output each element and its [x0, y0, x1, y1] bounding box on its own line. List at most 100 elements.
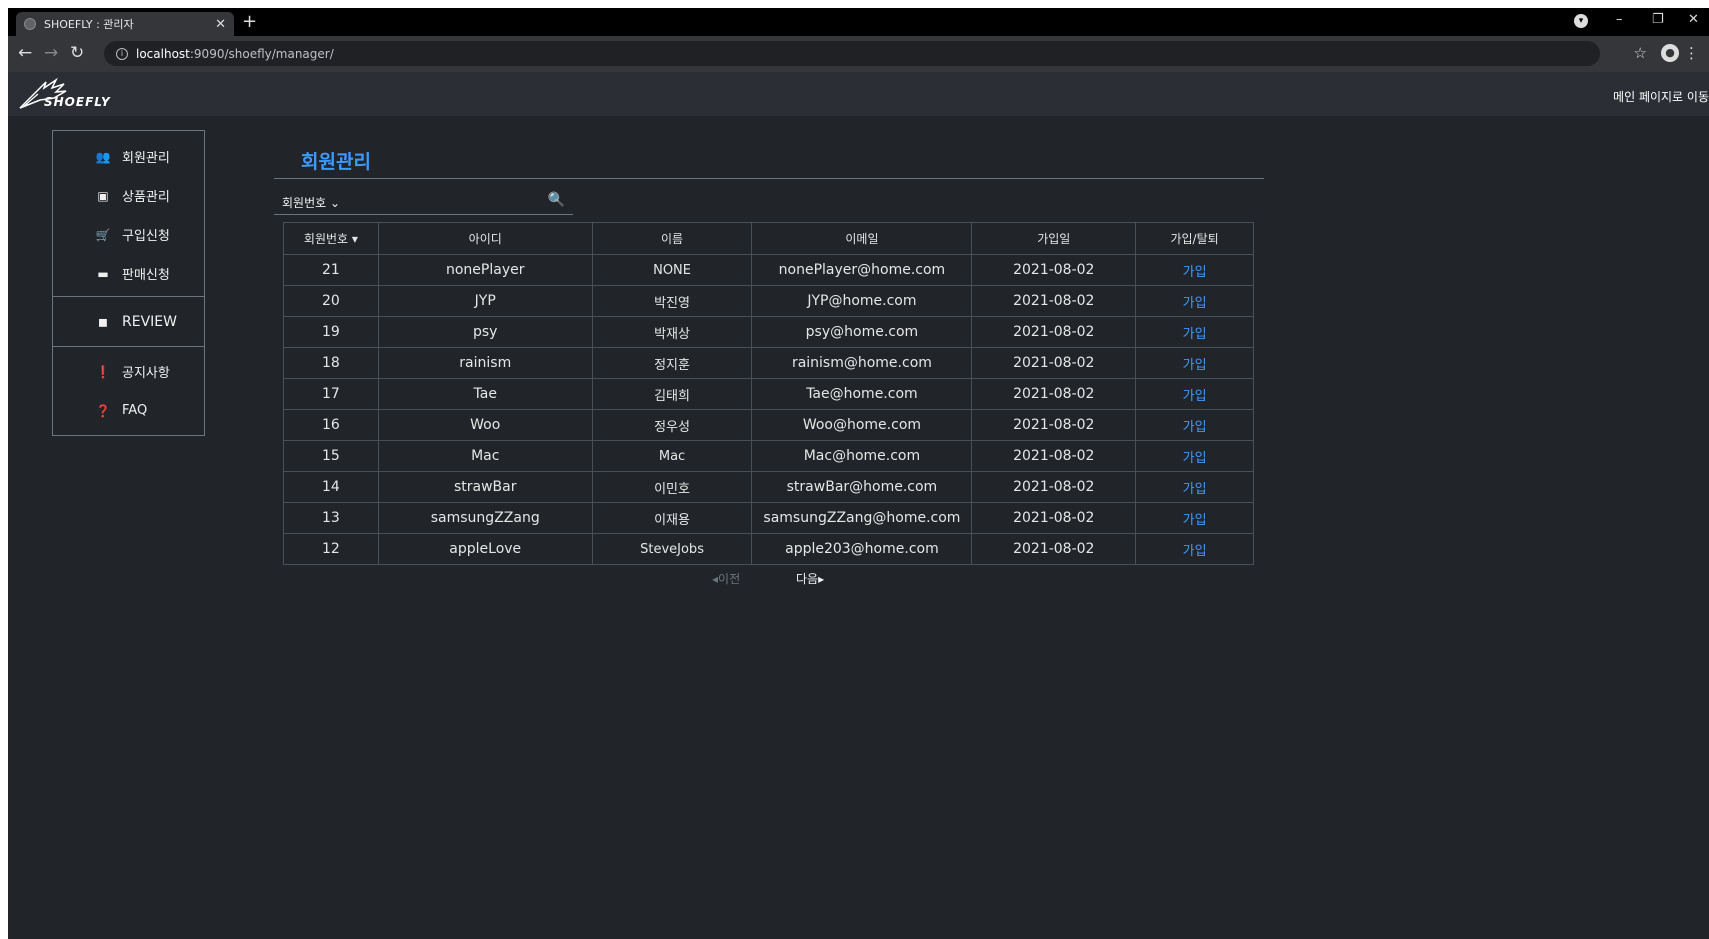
header-member-no[interactable]: 회원번호 ▾	[283, 222, 379, 255]
cell-join-date: 2021-08-02	[971, 440, 1137, 472]
reload-icon[interactable]: ↻	[70, 43, 84, 63]
restore-icon[interactable]: ❐	[1652, 12, 1664, 27]
cell-email: rainism@home.com	[751, 347, 973, 379]
url-path: :9090/shoefly/manager/	[189, 46, 334, 61]
cell-status[interactable]: 가입	[1135, 285, 1254, 317]
cell-join-date: 2021-08-02	[971, 316, 1137, 348]
logo[interactable]: SHOEFLY	[16, 76, 116, 112]
to-main-page-link[interactable]: 메인 페이지로 이동	[1613, 88, 1709, 105]
cell-email: samsungZZang@home.com	[751, 502, 973, 534]
cell-name: NONE	[591, 254, 753, 286]
browser-tab[interactable]: SHOEFLY : 관리자 ✕	[16, 12, 234, 36]
sidebar-item-label: 판매신청	[122, 268, 170, 283]
cell-name: SteveJobs	[591, 533, 753, 565]
cell-status[interactable]: 가입	[1135, 502, 1254, 534]
cell-name: 김태희	[591, 378, 753, 410]
cell-name: 박진영	[591, 285, 753, 317]
tab-title: SHOEFLY : 관리자	[44, 18, 134, 31]
cell-join-date: 2021-08-02	[971, 254, 1137, 286]
new-tab-icon[interactable]: +	[242, 11, 257, 32]
close-window-icon[interactable]: ✕	[1688, 12, 1699, 27]
cell-id: nonePlayer	[377, 254, 593, 286]
sidebar-item-sale-requests[interactable]: ▬ 판매신청	[53, 254, 204, 293]
top-nav: SHOEFLY 메인 페이지로 이동	[8, 72, 1709, 116]
forward-icon[interactable]: →	[44, 43, 58, 63]
search-field-select[interactable]: 회원번호 ⌄	[282, 194, 340, 211]
cart-icon: 🛒	[95, 227, 111, 242]
cell-status[interactable]: 가입	[1135, 533, 1254, 565]
minimize-icon[interactable]: –	[1616, 12, 1623, 27]
table-row[interactable]: 19 psy 박재상 psy@home.com 2021-08-02 가입	[283, 316, 1254, 348]
sidebar-group-manage: 👥 회원관리 ▣ 상품관리 🛒 구입신청 ▬ 판매신청	[53, 131, 204, 297]
table-row[interactable]: 15 Mac Mac Mac@home.com 2021-08-02 가입	[283, 440, 1254, 472]
table-body: 21 nonePlayer NONE nonePlayer@home.com 2021-…	[283, 254, 1254, 565]
cell-id: appleLove	[377, 533, 593, 565]
cell-id: JYP	[377, 285, 593, 317]
cell-status[interactable]: 가입	[1135, 254, 1254, 286]
table-row[interactable]: 13 samsungZZang 이재용 samsungZZang@home.com 20…	[283, 502, 1254, 534]
bookmark-star-icon[interactable]: ☆	[1634, 44, 1647, 62]
page: SHOEFLY 메인 페이지로 이동 👥 회원관리 ▣ 상품관리 🛒 구입신청 …	[8, 72, 1709, 939]
sidebar-item-label: 상품관리	[122, 190, 170, 205]
page-title: 회원관리	[301, 151, 371, 173]
cell-name: 정지훈	[591, 347, 753, 379]
table-row[interactable]: 21 nonePlayer NONE nonePlayer@home.com 2021-…	[283, 254, 1254, 286]
cell-status[interactable]: 가입	[1135, 378, 1254, 410]
cell-email: Mac@home.com	[751, 440, 973, 472]
site-info-icon[interactable]: i	[116, 47, 128, 60]
table-row[interactable]: 16 Woo 정우성 Woo@home.com 2021-08-02 가입	[283, 409, 1254, 441]
table-row[interactable]: 20 JYP 박진영 JYP@home.com 2021-08-02 가입	[283, 285, 1254, 317]
next-page-link[interactable]: 다음▸	[796, 570, 824, 587]
cell-email: apple203@home.com	[751, 533, 973, 565]
cell-name: Mac	[591, 440, 753, 472]
cell-name: 박재상	[591, 316, 753, 348]
profile-menu-icon[interactable]: ▾	[1574, 14, 1588, 28]
cell-email: strawBar@home.com	[751, 471, 973, 503]
sidebar-item-review[interactable]: ◼ REVIEW	[53, 297, 204, 347]
table-row[interactable]: 12 appleLove SteveJobs apple203@home.com 202…	[283, 533, 1254, 565]
money-icon: ▬	[97, 266, 109, 281]
table-row[interactable]: 18 rainism 정지훈 rainism@home.com 2021-08-02 가입	[283, 347, 1254, 379]
prev-page-link[interactable]: ◂이전	[712, 570, 740, 587]
header-name: 이름	[591, 222, 753, 255]
cell-join-date: 2021-08-02	[971, 471, 1137, 503]
cell-id: samsungZZang	[377, 502, 593, 534]
sidebar-item-label: 공지사항	[122, 366, 170, 381]
url-host: localhost	[136, 46, 190, 61]
sidebar-item-faq[interactable]: ❓ FAQ	[53, 391, 204, 430]
cell-status[interactable]: 가입	[1135, 409, 1254, 441]
browser-menu-icon[interactable]: ⋮	[1684, 44, 1699, 62]
url-field[interactable]: i localhost :9090/shoefly/manager/	[104, 41, 1600, 66]
cell-name: 이재용	[591, 502, 753, 534]
cell-status[interactable]: 가입	[1135, 347, 1254, 379]
cell-member-no: 17	[283, 378, 379, 410]
cell-id: Woo	[377, 409, 593, 441]
globe-icon	[24, 18, 36, 30]
cell-id: strawBar	[377, 471, 593, 503]
cell-member-no: 18	[283, 347, 379, 379]
sidebar-item-purchase-requests[interactable]: 🛒 구입신청	[53, 215, 204, 254]
sidebar-item-members[interactable]: 👥 회원관리	[53, 137, 204, 176]
cell-member-no: 12	[283, 533, 379, 565]
table-row[interactable]: 17 Tae 김태희 Tae@home.com 2021-08-02 가입	[283, 378, 1254, 410]
cell-status[interactable]: 가입	[1135, 316, 1254, 348]
cell-status[interactable]: 가입	[1135, 440, 1254, 472]
cell-name: 이민호	[591, 471, 753, 503]
cell-join-date: 2021-08-02	[971, 378, 1137, 410]
table-header-row: 회원번호 ▾ 아이디 이름 이메일 가입일 가입/탈퇴	[283, 222, 1254, 255]
search-icon[interactable]: 🔍	[548, 192, 565, 208]
cell-member-no: 16	[283, 409, 379, 441]
header-join-date: 가입일	[971, 222, 1137, 255]
cell-id: psy	[377, 316, 593, 348]
account-icon[interactable]: ●	[1661, 44, 1679, 62]
address-bar: ← → ↻ i localhost :9090/shoefly/manager/…	[8, 36, 1709, 72]
cell-status[interactable]: 가입	[1135, 471, 1254, 503]
close-tab-icon[interactable]: ✕	[215, 17, 226, 32]
sidebar-item-notices[interactable]: ❗ 공지사항	[53, 352, 204, 391]
cell-member-no: 19	[283, 316, 379, 348]
cell-email: Tae@home.com	[751, 378, 973, 410]
back-icon[interactable]: ←	[18, 43, 32, 63]
cell-join-date: 2021-08-02	[971, 347, 1137, 379]
sidebar-item-products[interactable]: ▣ 상품관리	[53, 176, 204, 215]
table-row[interactable]: 14 strawBar 이민호 strawBar@home.com 2021-08-02…	[283, 471, 1254, 503]
